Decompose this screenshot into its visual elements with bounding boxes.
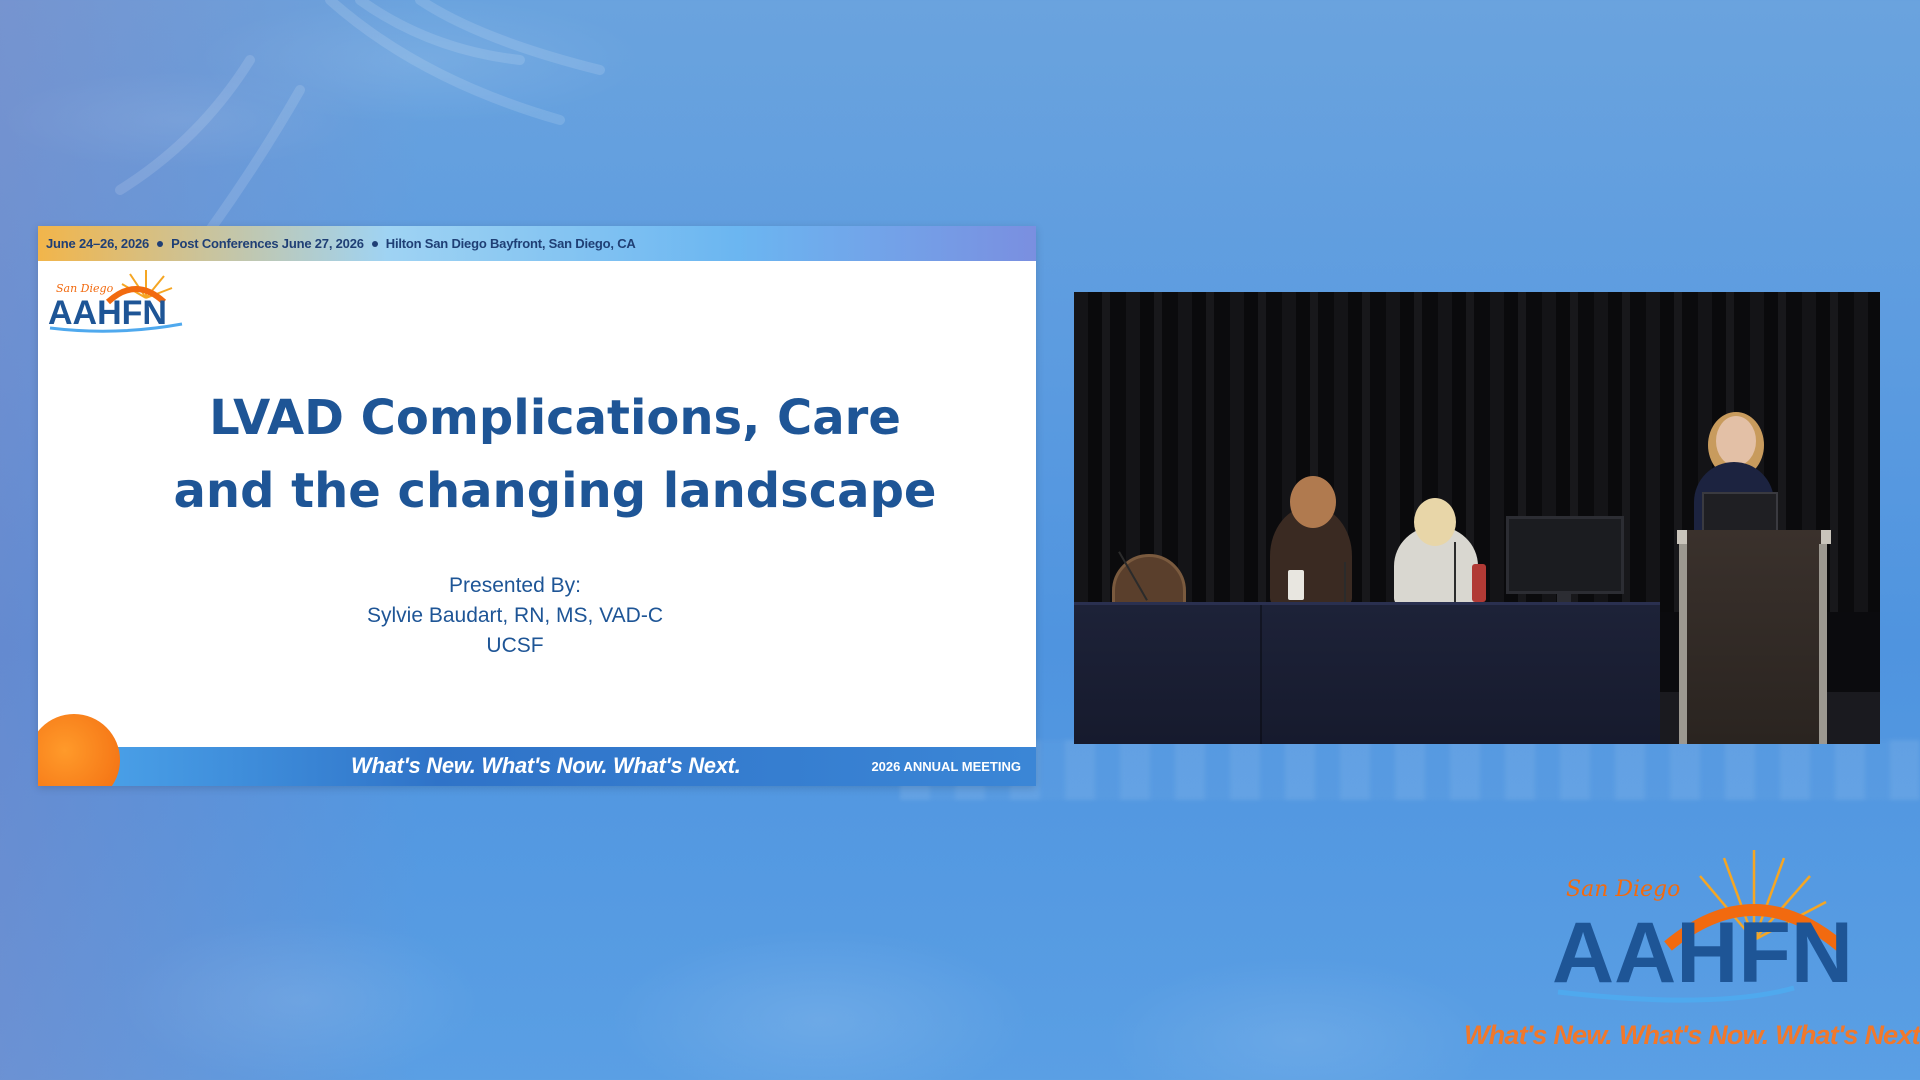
speaker-camera-feed: [1074, 292, 1880, 744]
presented-by-label: Presented By:: [449, 574, 581, 597]
monitor: [1506, 516, 1624, 594]
presenter-name: Sylvie Baudart, RN, MS, VAD-C: [366, 604, 664, 627]
presenter-affiliation: UCSF: [486, 634, 544, 657]
podium: [1687, 530, 1821, 744]
slide-footer-bar: What's New. What's Now. What's Next. 202…: [38, 747, 1036, 786]
corner-aahfn-logo: San Diego AAHFN What's New. What's Now. …: [1454, 840, 1920, 1060]
panel-table: [1074, 602, 1660, 744]
slide-title-line-1: LVAD Complications, Care: [209, 390, 901, 446]
slide-title: LVAD Complications, Care and the changin…: [38, 382, 1036, 528]
speaker-head: [1716, 416, 1756, 466]
separator-dot: [157, 240, 164, 247]
table-microphone: [1454, 542, 1456, 602]
podium-post: [1819, 544, 1827, 744]
laptop: [1702, 492, 1778, 532]
corner-tagline: What's New. What's Now. What's Next.: [1464, 1020, 1920, 1050]
slide-meeting-label: 2026 ANNUAL MEETING: [871, 759, 1021, 774]
table-microphone: [1344, 562, 1346, 602]
svg-text:AAHFN: AAHFN: [48, 294, 167, 332]
slide-event-info-bar: June 24–26, 2026 Post Conferences June 2…: [38, 226, 1036, 261]
svg-text:San Diego: San Diego: [1566, 877, 1680, 902]
background-palm-fronds: [0, 0, 900, 260]
post-conferences: Post Conferences June 27, 2026: [171, 236, 364, 251]
panelist-1-head: [1290, 476, 1336, 528]
podium-post: [1679, 544, 1687, 744]
event-dates: June 24–26, 2026: [46, 236, 150, 251]
separator-dot: [371, 240, 378, 247]
coffee-cup: [1288, 570, 1304, 600]
presentation-slide: June 24–26, 2026 Post Conferences June 2…: [38, 226, 1036, 786]
slide-presenter-block: Presented By: Sylvie Baudart, RN, MS, VA…: [38, 571, 992, 661]
panelist-2-head: [1414, 498, 1456, 546]
tablecloth-fold: [1260, 605, 1262, 744]
slide-tagline: What's New. What's Now. What's Next.: [351, 753, 741, 778]
slide-title-line-2: and the changing landscape: [173, 463, 937, 519]
event-venue: Hilton San Diego Bayfront, San Diego, CA: [385, 236, 636, 251]
water-bottle: [1472, 564, 1486, 602]
sun-graphic: [38, 714, 120, 786]
aahfn-logo: San Diego AAHFN: [46, 262, 186, 334]
svg-text:AAHFN: AAHFN: [1552, 905, 1853, 1001]
background-harbor: [900, 740, 1920, 800]
